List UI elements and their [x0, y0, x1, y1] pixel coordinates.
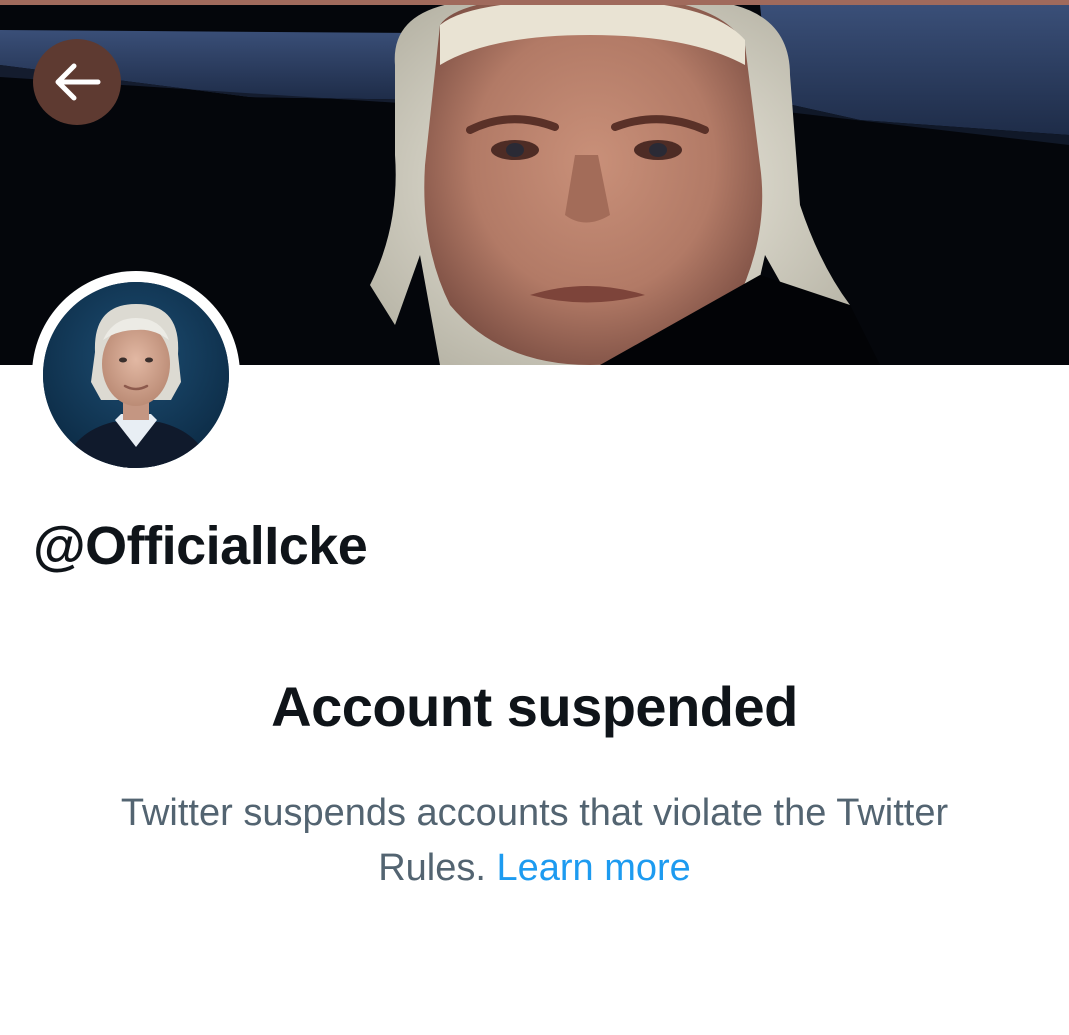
avatar-frame	[32, 271, 240, 479]
profile-handle: @OfficialIcke	[33, 516, 368, 576]
learn-more-link[interactable]: Learn more	[496, 847, 690, 889]
suspension-title: Account suspended	[271, 675, 798, 738]
suspension-message: Twitter suspends accounts that violate t…	[120, 786, 949, 896]
profile-avatar[interactable]	[43, 282, 229, 468]
arrow-left-icon	[55, 63, 101, 101]
back-button[interactable]	[33, 39, 121, 125]
